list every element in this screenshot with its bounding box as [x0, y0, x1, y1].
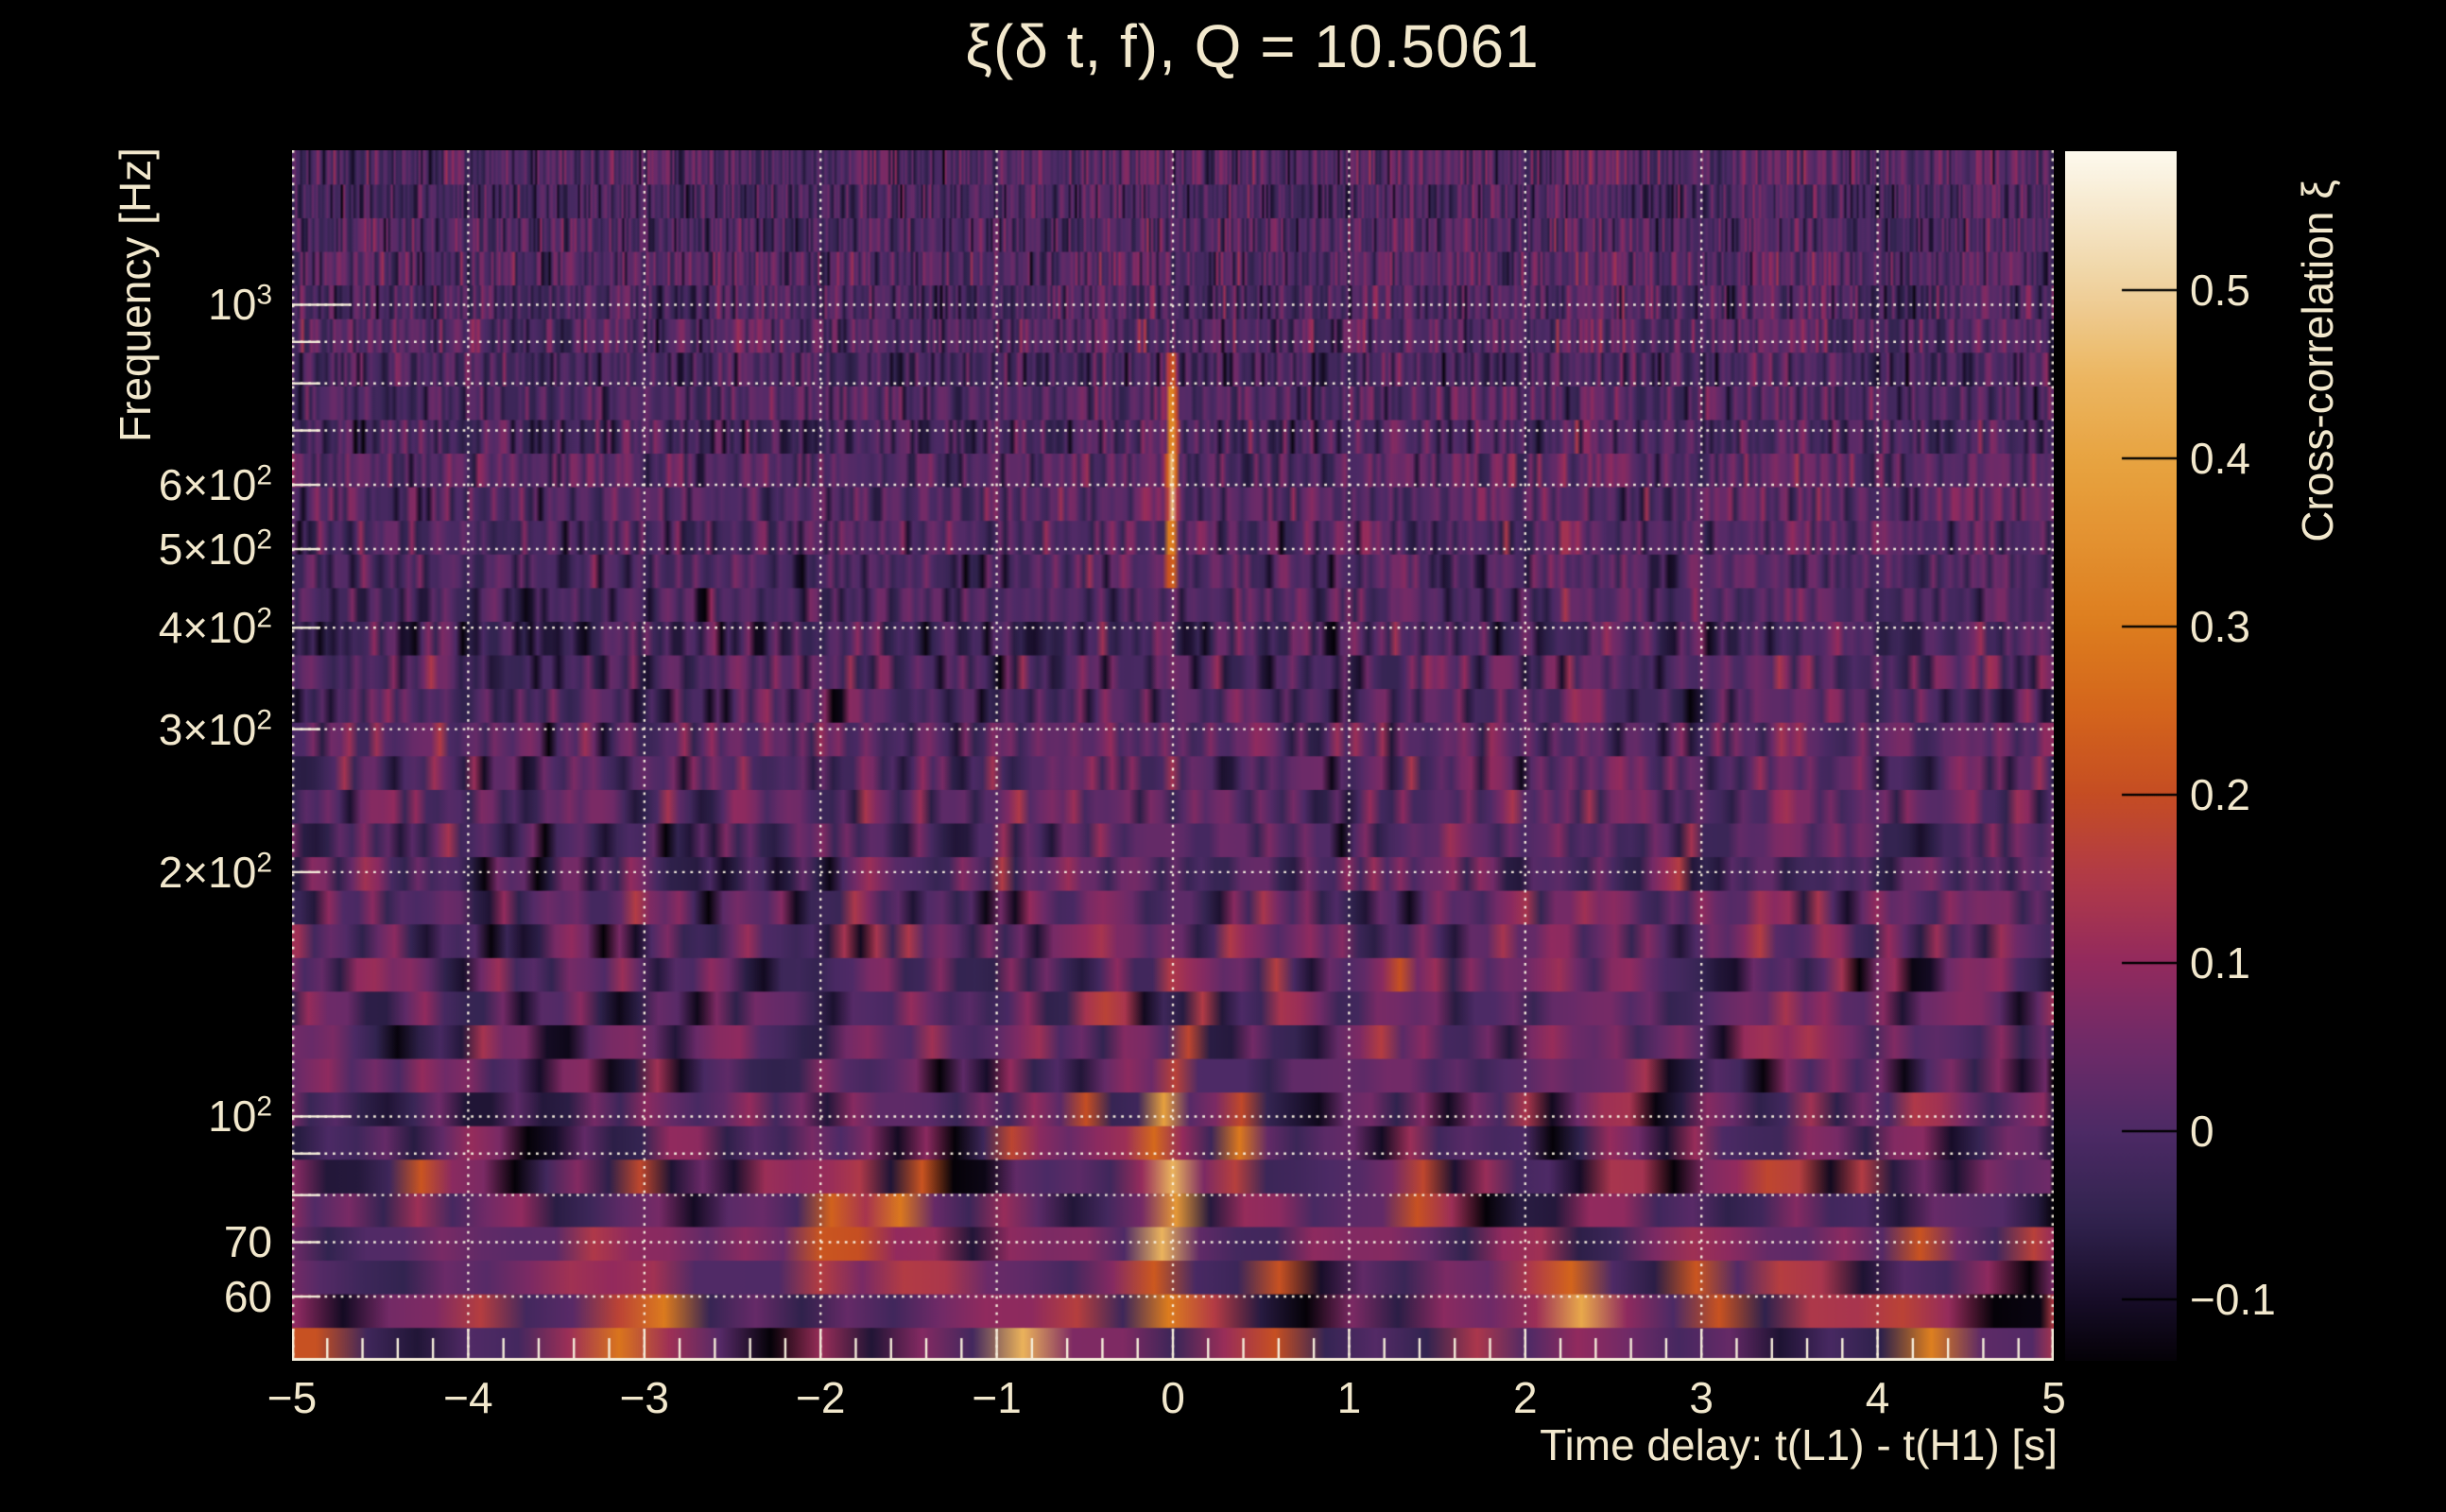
colorbar-tick-label: 0.2 — [2190, 769, 2250, 820]
x-tick-label: −3 — [620, 1372, 669, 1423]
y-axis-title: Frequency [Hz] — [110, 147, 161, 442]
figure: ξ(δ t, f), Q = 10.5061 Frequency [Hz] Ti… — [0, 0, 2446, 1512]
x-tick-label: −2 — [796, 1372, 845, 1423]
heatmap-canvas — [292, 150, 2054, 1361]
x-tick-label: 5 — [2041, 1372, 2066, 1423]
x-tick-label: −1 — [972, 1372, 1021, 1423]
y-tick-label: 102 — [208, 1094, 272, 1138]
colorbar-tick-label: 0.1 — [2190, 937, 2250, 988]
y-tick-label: 60 — [224, 1275, 272, 1318]
y-tick-label: 5×102 — [159, 527, 272, 571]
x-tick-label: 1 — [1337, 1372, 1362, 1423]
x-axis-title: Time delay: t(L1) - t(H1) [s] — [1540, 1419, 2058, 1470]
y-tick-label: 6×102 — [159, 463, 272, 507]
x-tick-label: 2 — [1513, 1372, 1538, 1423]
colorbar-canvas — [2065, 151, 2177, 1361]
colorbar-tick-label: 0 — [2190, 1106, 2214, 1157]
colorbar-tick-label: 0.5 — [2190, 265, 2250, 316]
colorbar-title: Cross-correlation ξ — [2292, 180, 2343, 542]
y-tick-label: 70 — [224, 1220, 272, 1263]
x-tick-label: 4 — [1866, 1372, 1890, 1423]
colorbar-tick-label: 0.3 — [2190, 601, 2250, 652]
y-tick-label: 103 — [208, 283, 272, 326]
x-tick-label: 3 — [1689, 1372, 1714, 1423]
x-tick-label: 0 — [1161, 1372, 1185, 1423]
x-tick-label: −5 — [267, 1372, 317, 1423]
y-tick-label: 4×102 — [159, 606, 272, 649]
x-tick-label: −4 — [443, 1372, 492, 1423]
colorbar-tick-label: 0.4 — [2190, 433, 2250, 484]
y-tick-label: 3×102 — [159, 708, 272, 751]
y-tick-label: 2×102 — [159, 850, 272, 894]
chart-title: ξ(δ t, f), Q = 10.5061 — [965, 11, 1539, 81]
colorbar-tick-label: −0.1 — [2190, 1274, 2276, 1325]
